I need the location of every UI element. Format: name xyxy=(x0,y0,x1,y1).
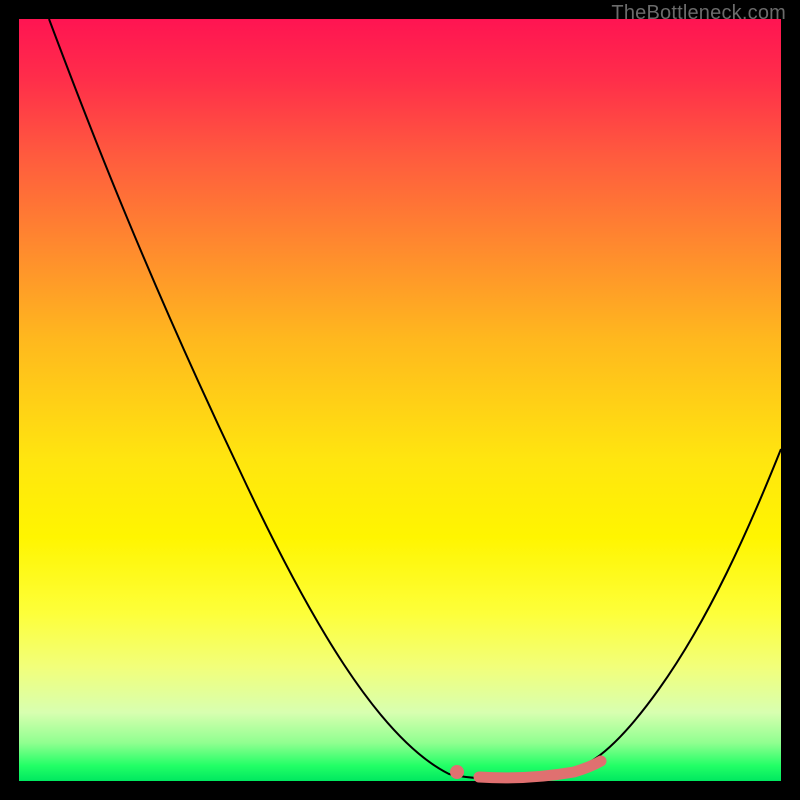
watermark-text: TheBottleneck.com xyxy=(611,2,786,25)
optimal-range-highlight xyxy=(479,761,601,778)
highlight-start-dot xyxy=(450,765,464,779)
plot-area xyxy=(19,19,781,781)
bottleneck-curve xyxy=(49,19,781,779)
chart-svg xyxy=(19,19,781,781)
